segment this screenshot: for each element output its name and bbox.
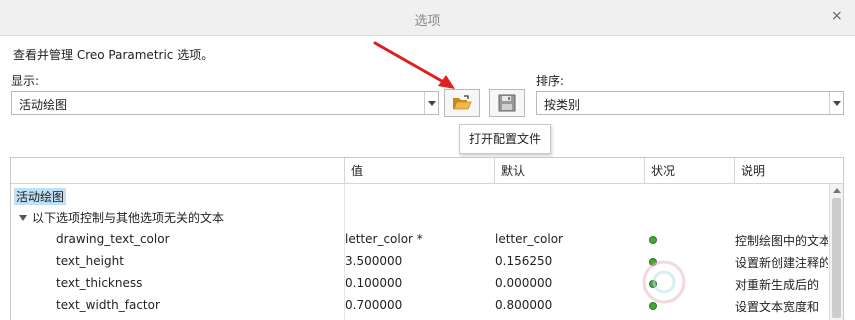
column-description-header[interactable]: 说明 bbox=[734, 158, 843, 184]
column-default-header[interactable]: 默认 bbox=[494, 158, 644, 184]
open-config-tooltip: 打开配置文件 bbox=[459, 124, 551, 154]
table-header: 值 默认 状况 说明 bbox=[11, 158, 843, 184]
option-value: letter_color * bbox=[345, 232, 423, 246]
option-description: 设置文本宽度和 bbox=[735, 300, 820, 314]
table-row[interactable]: text_height 3.500000 0.156250 设置新创建注释的 bbox=[11, 251, 829, 273]
status-ok-icon bbox=[649, 302, 657, 310]
option-name: text_width_factor bbox=[56, 298, 160, 312]
save-disk-icon bbox=[498, 94, 516, 112]
option-name: text_thickness bbox=[56, 276, 143, 290]
column-value-header[interactable]: 值 bbox=[344, 158, 494, 184]
close-icon[interactable]: × bbox=[831, 8, 845, 24]
chevron-down-icon[interactable] bbox=[424, 92, 438, 114]
status-ok-icon bbox=[649, 236, 657, 244]
sort-select-value: 按类别 bbox=[544, 98, 581, 112]
table-group-row[interactable]: 活动绘图 bbox=[11, 185, 829, 207]
option-value: 3.500000 bbox=[345, 254, 403, 268]
table-row[interactable]: drawing_text_color letter_color * letter… bbox=[11, 229, 829, 251]
expand-triangle-icon[interactable] bbox=[19, 215, 27, 221]
table-subgroup-row[interactable]: 以下选项控制与其他选项无关的文本 bbox=[11, 206, 829, 228]
option-name: text_height bbox=[56, 254, 124, 268]
option-default: 0.156250 bbox=[495, 254, 553, 268]
save-config-button[interactable] bbox=[489, 89, 525, 117]
display-label: 显示: bbox=[11, 74, 40, 88]
option-name: drawing_text_color bbox=[56, 232, 170, 246]
option-default: letter_color bbox=[495, 232, 563, 246]
window-title: 选项 bbox=[414, 14, 441, 29]
column-status-header[interactable]: 状况 bbox=[644, 158, 734, 184]
folder-open-icon bbox=[453, 95, 472, 110]
option-value: 0.100000 bbox=[345, 276, 403, 290]
dialog-description: 查看并管理 Creo Parametric 选项。 bbox=[13, 48, 214, 62]
subgroup-label: 以下选项控制与其他选项无关的文本 bbox=[19, 209, 224, 226]
subgroup-text: 以下选项控制与其他选项无关的文本 bbox=[32, 211, 225, 225]
options-table: 值 默认 状况 说明 活动绘图 以下选项控制与其他选项无关的文本 drawing… bbox=[10, 157, 844, 320]
chevron-down-icon[interactable] bbox=[829, 92, 843, 114]
display-select[interactable]: 活动绘图 bbox=[11, 91, 439, 115]
table-row[interactable]: text_thickness 0.100000 0.000000 对重新生成后的 bbox=[11, 273, 829, 295]
sort-label: 排序: bbox=[536, 74, 565, 88]
group-label: 活动绘图 bbox=[14, 188, 67, 205]
status-ok-icon bbox=[649, 258, 657, 266]
option-default: 0.000000 bbox=[495, 276, 553, 290]
option-description: 设置新创建注释的 bbox=[735, 256, 828, 270]
option-description: 对重新生成后的 bbox=[735, 278, 820, 292]
scroll-up-icon[interactable] bbox=[833, 188, 841, 193]
column-name-header[interactable] bbox=[11, 158, 344, 184]
table-row[interactable]: text_width_factor 0.700000 0.800000 设置文本… bbox=[11, 295, 829, 317]
option-default: 0.800000 bbox=[495, 298, 553, 312]
vertical-scrollbar[interactable] bbox=[829, 184, 843, 320]
title-bar: 选项 × bbox=[0, 0, 855, 36]
option-value: 0.700000 bbox=[345, 298, 403, 312]
status-ok-icon bbox=[649, 280, 657, 288]
sort-select[interactable]: 按类别 bbox=[536, 91, 844, 115]
option-description: 控制绘图中的文本 bbox=[735, 234, 828, 248]
display-select-value: 活动绘图 bbox=[19, 98, 68, 112]
scrollbar-thumb[interactable] bbox=[832, 198, 841, 318]
open-config-button[interactable] bbox=[444, 89, 480, 117]
